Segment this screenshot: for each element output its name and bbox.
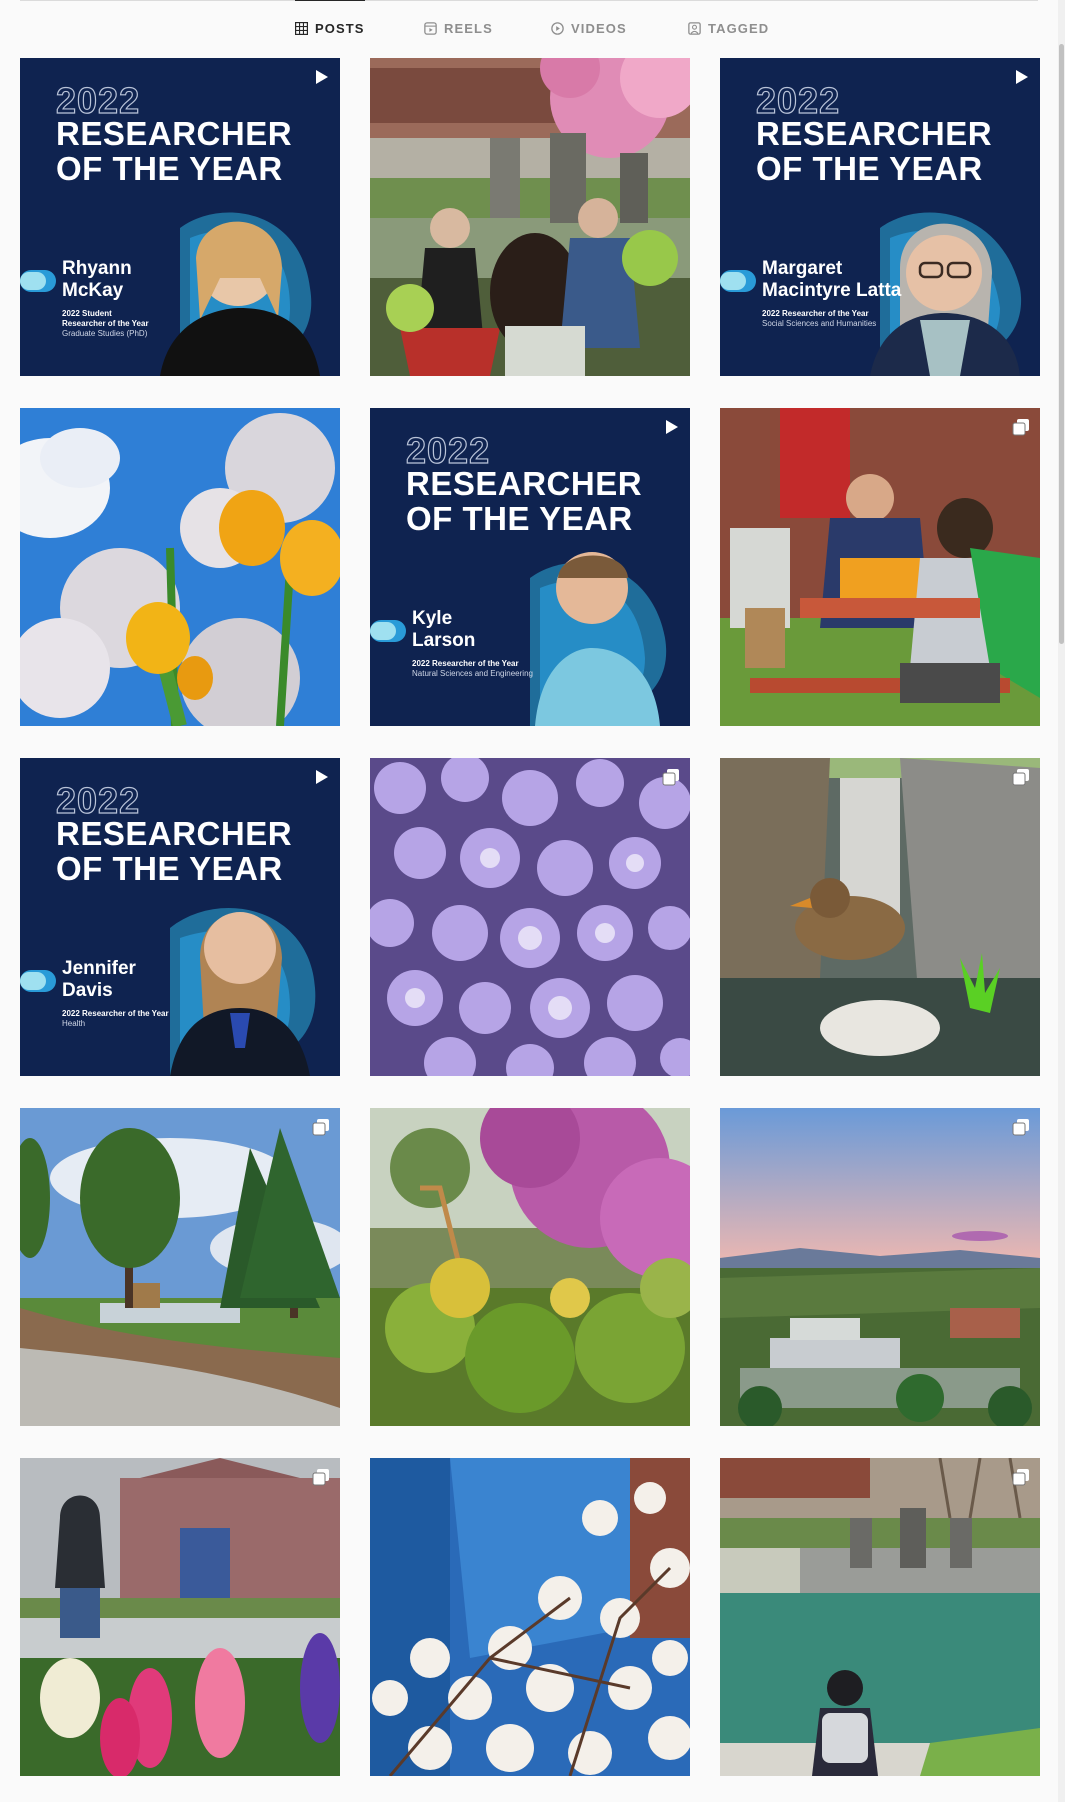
- tab-label: VIDEOS: [571, 20, 627, 36]
- tab-posts[interactable]: POSTS: [295, 0, 365, 55]
- photo-students-blossoms: [370, 58, 690, 376]
- researcher-name: Margaret Macintyre Latta: [762, 258, 902, 301]
- post-tile-pine-trees[interactable]: [20, 1108, 340, 1426]
- post-tile-tulips[interactable]: [20, 408, 340, 726]
- post-tile-researcher-kyle[interactable]: 2022 RESEARCHER OF THE YEAR Kyle Larson 20…: [370, 408, 690, 726]
- researcher-name: Jennifer Davis: [62, 958, 136, 1001]
- photo-picnic-table: [720, 408, 1040, 726]
- photo-fountain-student: [720, 1458, 1040, 1776]
- post-tile-fountain-student[interactable]: [720, 1458, 1040, 1776]
- post-tile-picnic[interactable]: [720, 408, 1040, 726]
- card-title: RESEARCHER OF THE YEAR: [56, 115, 293, 187]
- post-tile-students-outdoors[interactable]: [370, 58, 690, 376]
- reel-icon: [1016, 70, 1028, 84]
- researcher-subtitle: Natural Sciences and Engineering: [412, 669, 533, 678]
- tab-tagged[interactable]: TAGGED: [688, 1, 769, 55]
- post-tile-researcher-rhyann[interactable]: 2022 RESEARCHER OF THE YEAR Rhyann McKay 2…: [20, 58, 340, 376]
- researcher-role: 2022 Researcher of the Year: [412, 659, 519, 668]
- photo-tulips-sky: [20, 408, 340, 726]
- photo-campus-aerial: [720, 1108, 1040, 1426]
- post-tile-researcher-jennifer[interactable]: 2022 RESEARCHER OF THE YEAR Jennifer Davis…: [20, 758, 340, 1076]
- video-icon: [551, 21, 564, 35]
- photo-magnolia-building: [370, 1458, 690, 1776]
- researcher-role: 2022 Researcher of the Year: [762, 309, 869, 318]
- tab-videos[interactable]: VIDEOS: [551, 1, 627, 55]
- post-tile-blossom-garden[interactable]: [370, 1108, 690, 1426]
- post-tile-campus-aerial[interactable]: [720, 1108, 1040, 1426]
- card-title: RESEARCHER OF THE YEAR: [56, 815, 293, 887]
- researcher-name: Rhyann McKay: [62, 258, 132, 301]
- tab-label: REELS: [444, 20, 493, 36]
- tagged-icon: [688, 21, 701, 35]
- carousel-icon: [1012, 419, 1029, 436]
- post-tile-hyacinths[interactable]: [20, 1458, 340, 1776]
- post-tile-duck[interactable]: [720, 758, 1040, 1076]
- card-title: RESEARCHER OF THE YEAR: [756, 115, 993, 187]
- tab-reels[interactable]: REELS: [424, 1, 493, 55]
- photo-hyacinths-walker: [20, 1458, 340, 1776]
- researcher-role: 2022 Researcher of the Year: [62, 1009, 169, 1018]
- photo-pine-trees-path: [20, 1108, 340, 1426]
- researcher-role: 2022 Student Researcher of the Year: [62, 309, 149, 328]
- carousel-icon: [312, 1469, 329, 1486]
- carousel-icon: [312, 1119, 329, 1136]
- reel-icon: [316, 770, 328, 784]
- carousel-icon: [1012, 769, 1029, 786]
- reel-icon: [316, 70, 328, 84]
- post-tile-researcher-margaret[interactable]: 2022 RESEARCHER OF THE YEAR Margaret Macin…: [720, 58, 1040, 376]
- researcher-subtitle: Social Sciences and Humanities: [762, 319, 877, 328]
- scrollbar-thumb[interactable]: [1059, 44, 1064, 644]
- post-tile-phlox[interactable]: [370, 758, 690, 1076]
- photo-duck-fountain: [720, 758, 1040, 1076]
- post-tile-magnolia[interactable]: [370, 1458, 690, 1776]
- reels-icon: [424, 21, 437, 35]
- photo-blossom-garden: [370, 1108, 690, 1426]
- carousel-icon: [1012, 1119, 1029, 1136]
- researcher-name: Kyle Larson: [412, 608, 476, 651]
- card-title: RESEARCHER OF THE YEAR: [406, 465, 643, 537]
- photo-purple-phlox: [370, 758, 690, 1076]
- researcher-subtitle: Graduate Studies (PhD): [62, 329, 148, 338]
- tab-label: TAGGED: [708, 20, 770, 36]
- profile-tabs: POSTS REELS VIDEOS TAGGED: [20, 0, 1038, 55]
- reel-icon: [666, 420, 678, 434]
- carousel-icon: [1012, 1469, 1029, 1486]
- researcher-subtitle: Health: [62, 1019, 86, 1028]
- page-scrollbar[interactable]: [1058, 0, 1065, 1802]
- grid-icon: [295, 21, 308, 35]
- tab-label: POSTS: [315, 20, 365, 36]
- carousel-icon: [662, 769, 679, 786]
